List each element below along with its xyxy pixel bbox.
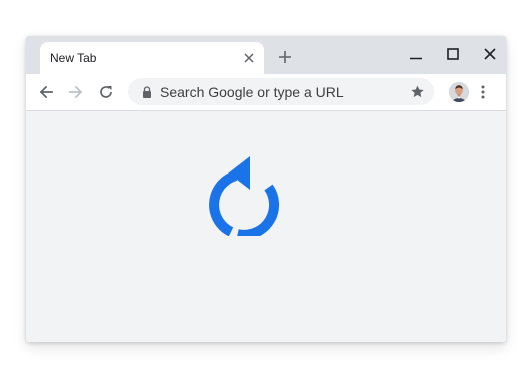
browser-window: New Tab Search Google or type a URL xyxy=(26,36,506,342)
page-content xyxy=(26,111,506,342)
omnibox[interactable]: Search Google or type a URL xyxy=(128,78,434,105)
avatar-image xyxy=(449,82,469,102)
new-tab-button[interactable] xyxy=(278,50,292,64)
tab-title: New Tab xyxy=(50,51,97,65)
star-icon[interactable] xyxy=(410,84,425,99)
kebab-menu-icon[interactable] xyxy=(478,84,488,100)
reload-button[interactable] xyxy=(98,84,114,100)
back-button[interactable] xyxy=(38,84,54,100)
tab-strip: New Tab xyxy=(26,36,506,74)
minimize-icon[interactable] xyxy=(409,47,423,61)
reload-illustration-icon xyxy=(209,156,280,236)
avatar[interactable] xyxy=(449,82,469,102)
close-window-icon[interactable] xyxy=(483,47,497,61)
omnibox-placeholder: Search Google or type a URL xyxy=(160,84,344,100)
lock-icon xyxy=(143,86,151,98)
forward-button[interactable] xyxy=(68,84,84,100)
close-icon[interactable] xyxy=(243,52,255,64)
maximize-icon[interactable] xyxy=(446,47,460,61)
toolbar: Search Google or type a URL xyxy=(26,74,506,111)
tab-new-tab[interactable]: New Tab xyxy=(40,42,264,74)
